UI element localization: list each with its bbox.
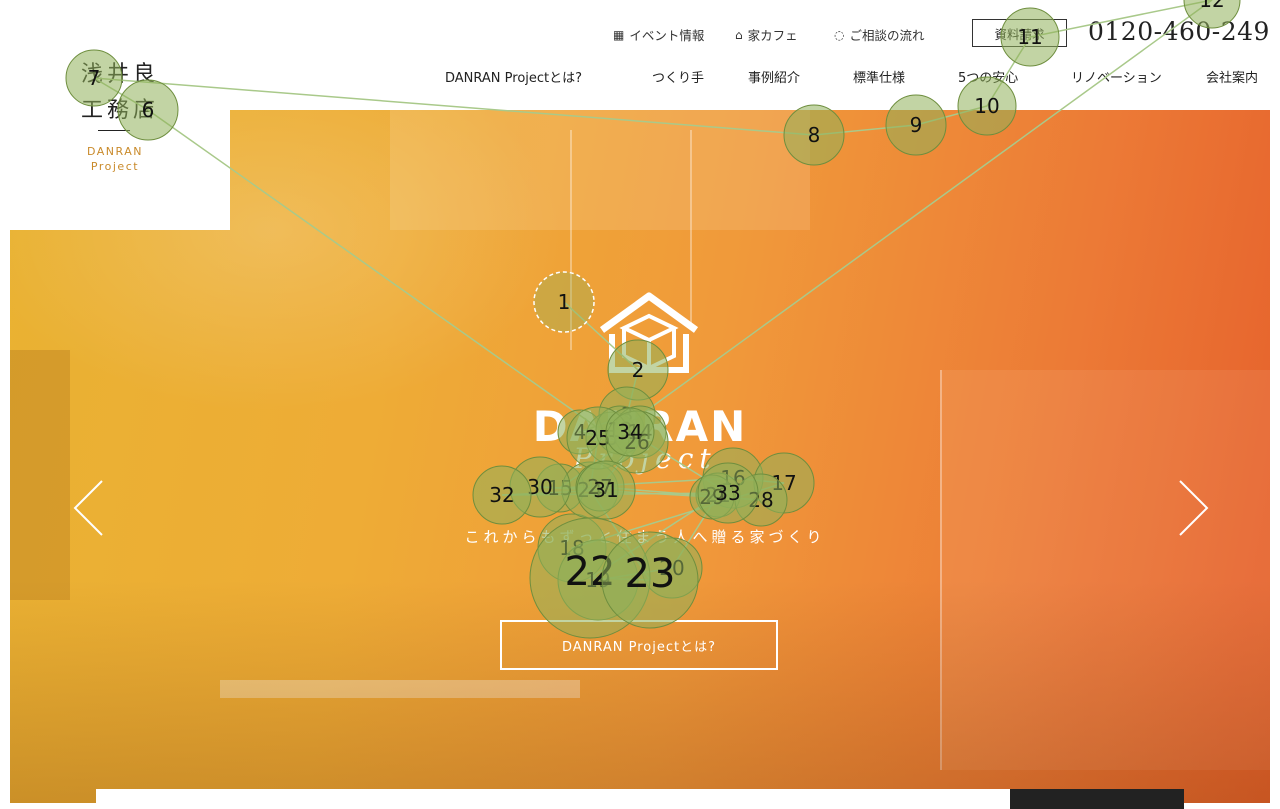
content-panel-dark-edge <box>1010 789 1184 809</box>
hero-photo-shade <box>10 580 1270 803</box>
hero-about-button[interactable]: DANRAN Projectとは? <box>500 620 778 670</box>
nav-item-cases[interactable]: 事例紹介 <box>748 67 800 86</box>
nav-item-assurance[interactable]: 5つの安心 <box>958 67 1018 86</box>
content-panel-edge <box>96 789 1010 809</box>
hero-tagline: これからもずっと住まう人へ贈る家づくり <box>464 528 826 546</box>
hero-photo-wall <box>10 350 70 600</box>
event-info-label: イベント情報 <box>629 28 705 43</box>
logo-kanji-line2: 工務店 <box>80 98 159 123</box>
request-brochure-button[interactable]: 資料請求 <box>972 19 1067 47</box>
chevron-left-icon[interactable] <box>70 478 110 538</box>
logo-en-line1: DANRAN <box>87 145 143 158</box>
nav-item-builders[interactable]: つくり手 <box>652 67 704 86</box>
nav-item-company[interactable]: 会社案内 <box>1206 67 1258 86</box>
chevron-right-icon[interactable] <box>1172 478 1212 538</box>
hero-script-text: Project <box>573 442 717 475</box>
logo-divider <box>98 130 130 131</box>
nav-item-renovation[interactable]: リノベーション <box>1071 67 1162 86</box>
home-icon: ⌂ <box>735 27 743 42</box>
gaze-fixation-label: 12 <box>1199 0 1224 12</box>
site-logo[interactable]: 浅井良 工務店 DANRAN Project <box>10 0 230 230</box>
nav-item-specs[interactable]: 標準仕様 <box>853 67 905 86</box>
hero-photo-rail <box>570 130 572 350</box>
event-info-link[interactable]: ▦ イベント情報 <box>613 25 704 44</box>
logo-en-line2: Project <box>90 160 140 173</box>
phone-number[interactable]: 0120-460-249 <box>1088 17 1270 46</box>
calendar-icon: ▦ <box>613 27 625 42</box>
page-root: 浅井良 工務店 DANRAN Project ▦ イベント情報 ⌂ 家カフェ ◌… <box>0 0 1280 809</box>
house-logo-icon <box>599 292 699 373</box>
home-cafe-link[interactable]: ⌂ 家カフェ <box>735 25 798 44</box>
chat-icon: ◌ <box>834 27 845 42</box>
consult-flow-link[interactable]: ◌ ご相談の流れ <box>834 25 925 44</box>
nav-item-about[interactable]: DANRAN Projectとは? <box>445 67 582 86</box>
home-cafe-label: 家カフェ <box>747 28 798 43</box>
consult-flow-label: ご相談の流れ <box>849 28 925 43</box>
logo-kanji-line1: 浅井良 <box>80 62 159 87</box>
hero-photo-beam <box>390 110 810 230</box>
